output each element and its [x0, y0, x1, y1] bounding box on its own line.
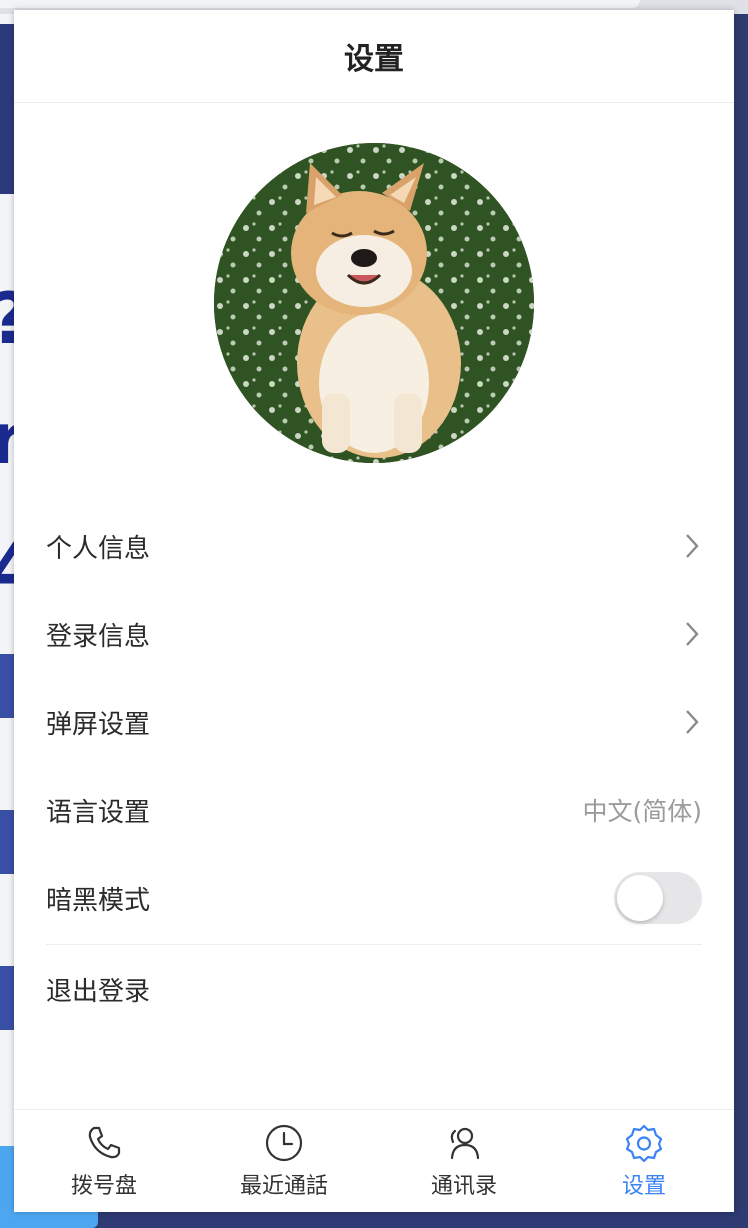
tab-label: 通讯录 [430, 1174, 497, 1199]
background-block [0, 966, 14, 1030]
background-page-left: ? r 4 [0, 14, 39, 1228]
avatar[interactable] [214, 143, 534, 463]
menu-item-label: 语言设置 [46, 797, 151, 828]
gear-icon [625, 1124, 663, 1163]
settings-panel: 设置 个人信息 登录信息 弹屏设置 语言设置 中文(简体) 暗黑模式 退出登录 … [14, 10, 734, 1212]
page-header: 设置 [14, 10, 734, 103]
logout-button[interactable]: 退出登录 [46, 945, 702, 1033]
menu-item-label: 弹屏设置 [46, 709, 151, 740]
tab-label: 拨号盘 [70, 1174, 137, 1199]
background-block [0, 810, 14, 874]
page-title: 设置 [344, 42, 404, 77]
menu-item-label: 暗黑模式 [46, 885, 151, 916]
menu-item-dark-mode: 暗黑模式 [46, 854, 702, 942]
background-band [0, 24, 14, 194]
toggle-knob [617, 875, 663, 921]
tab-recent-calls[interactable]: 最近通話 [194, 1110, 374, 1212]
dog-photo-illustration [214, 143, 534, 463]
background-block [0, 654, 14, 718]
menu-item-label: 登录信息 [46, 621, 151, 652]
avatar-container [14, 143, 734, 463]
menu-item-login-info[interactable]: 登录信息 [46, 590, 702, 678]
menu-item-personal-info[interactable]: 个人信息 [46, 502, 702, 590]
language-value: 中文(简体) [582, 797, 702, 826]
chevron-right-icon [686, 710, 699, 734]
settings-menu: 个人信息 登录信息 弹屏设置 语言设置 中文(简体) 暗黑模式 退出登录 [46, 502, 702, 1033]
chevron-right-icon [686, 534, 699, 558]
tab-label: 最近通話 [239, 1174, 328, 1199]
logout-label: 退出登录 [46, 976, 151, 1007]
phone-icon [88, 1126, 121, 1159]
bottom-tab-bar: 拨号盘 最近通話 通讯录 设置 [14, 1109, 734, 1212]
chevron-right-icon [686, 622, 699, 646]
background-page-right [734, 14, 748, 1228]
tab-contacts[interactable]: 通讯录 [374, 1110, 554, 1212]
tab-settings[interactable]: 设置 [554, 1110, 734, 1212]
dark-mode-toggle[interactable] [614, 872, 702, 924]
tab-label: 设置 [621, 1174, 666, 1199]
menu-item-label: 个人信息 [46, 533, 151, 564]
tab-dialpad[interactable]: 拨号盘 [14, 1110, 194, 1212]
contacts-icon [450, 1127, 480, 1160]
browser-tab-strip [0, 0, 640, 8]
menu-item-language[interactable]: 语言设置 中文(简体) [46, 766, 702, 854]
menu-item-popup-settings[interactable]: 弹屏设置 [46, 678, 702, 766]
clock-icon [265, 1124, 303, 1162]
